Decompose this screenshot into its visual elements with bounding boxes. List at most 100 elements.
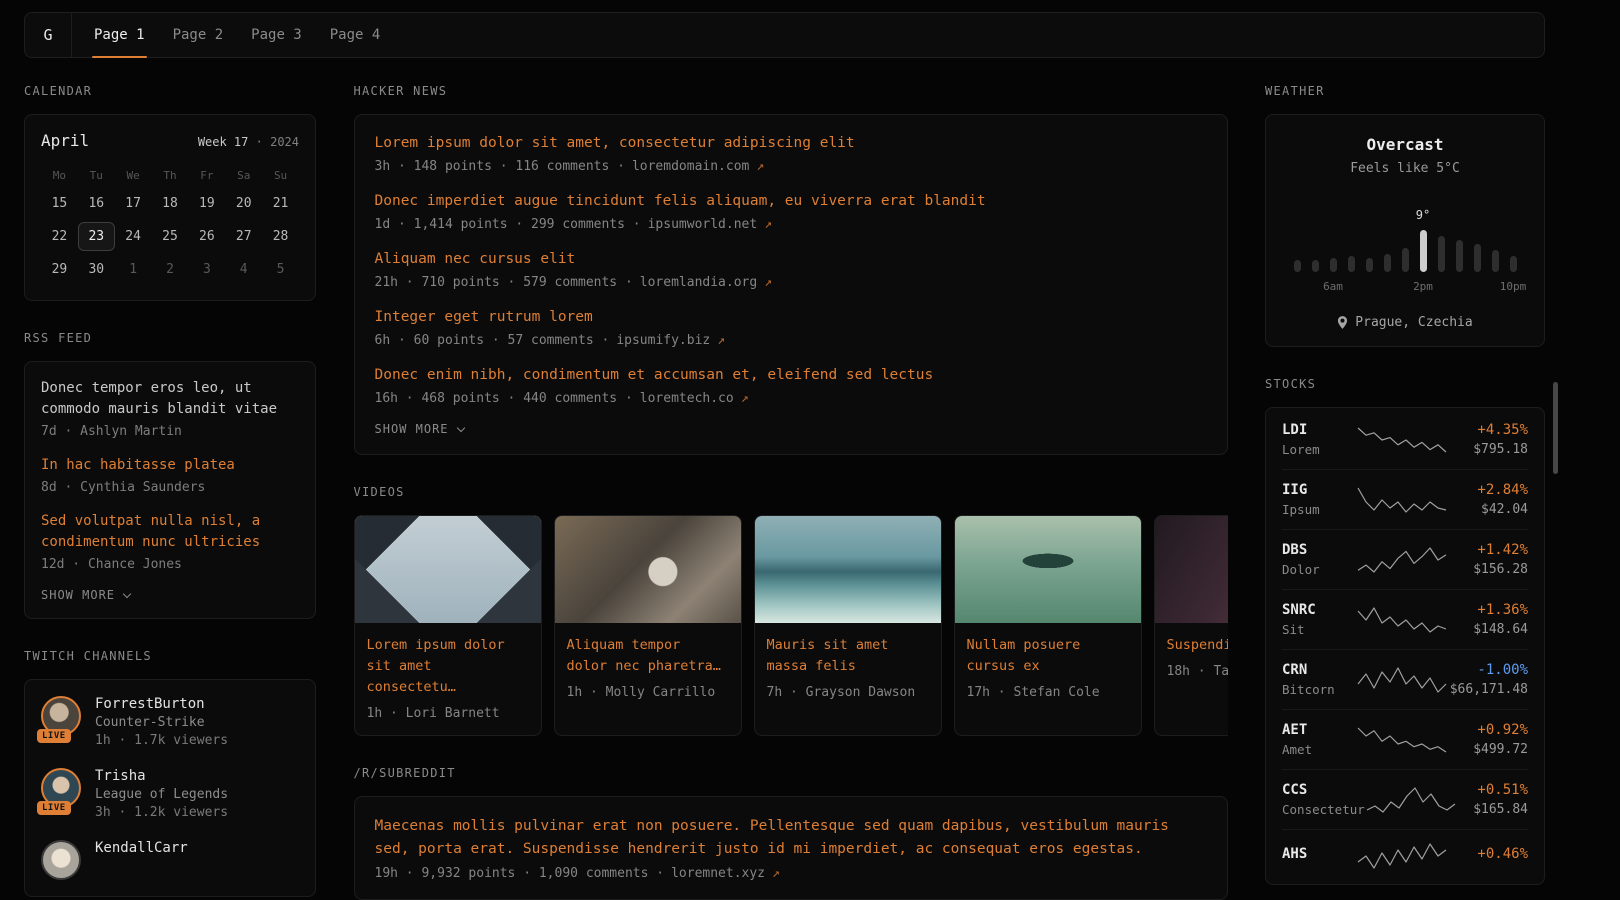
video-card[interactable]: Nullam posuere cursus ex 17h · Stefan Co… (954, 515, 1142, 736)
calendar-day[interactable]: 15 (41, 189, 78, 218)
twitch-avatar-wrap: LIVE (41, 768, 81, 808)
app-logo[interactable]: G (25, 13, 72, 57)
calendar-day[interactable]: 4 (225, 255, 262, 284)
rss-item-title[interactable]: Sed volutpat nulla nisl, a condimentum n… (41, 511, 299, 553)
page-tab[interactable]: Page 3 (237, 13, 316, 57)
hackernews-item-domain[interactable]: ipsumify.biz (616, 333, 710, 348)
calendar-day[interactable]: 30 (78, 255, 115, 284)
calendar-day[interactable]: 26 (188, 222, 225, 251)
video-card[interactable]: Mauris sit amet massa felis 7h · Grayson… (754, 515, 942, 736)
stock-change: +2.84% (1448, 482, 1528, 498)
twitch-channel-name[interactable]: ForrestBurton (95, 696, 228, 712)
calendar-day[interactable]: 28 (262, 222, 299, 251)
stock-symbol: DBS (1282, 542, 1356, 558)
stock-change: +0.51% (1457, 782, 1528, 798)
calendar-day[interactable]: 3 (188, 255, 225, 284)
stock-row[interactable]: DBS Dolor +1.42% $156.28 (1282, 529, 1528, 589)
video-title[interactable]: Suspendisse diam (1167, 635, 1228, 656)
rss-show-more-button[interactable]: SHOW MORE (41, 588, 299, 602)
hackernews-item-title[interactable]: Aliquam nec cursus elit (375, 249, 1207, 270)
video-title[interactable]: Aliquam tempor dolor nec pharetra… (567, 635, 729, 677)
weather-time-label: 10pm (1510, 280, 1517, 293)
rss-widget-title: RSS FEED (24, 331, 316, 345)
calendar-day-header: Fr (188, 162, 225, 189)
calendar-day[interactable]: 23 (78, 222, 115, 251)
twitch-channel-game: Counter-Strike (95, 715, 228, 730)
weather-bar (1402, 200, 1409, 272)
weather-time-label (1366, 280, 1373, 293)
stock-change: -1.00% (1448, 662, 1528, 678)
subreddit-post-title[interactable]: Maecenas mollis pulvinar erat non posuer… (375, 815, 1207, 861)
weather-location-row: Prague, Czechia (1282, 315, 1528, 330)
calendar-day[interactable]: 2 (152, 255, 189, 284)
hackernews-item-domain[interactable]: loremdomain.com (632, 159, 749, 174)
hackernews-item-domain[interactable]: loremlandia.org (640, 275, 757, 290)
stock-spark (1356, 842, 1448, 870)
page-tab[interactable]: Page 4 (316, 13, 395, 57)
rss-item: Donec tempor eros leo, ut commodo mauris… (41, 378, 299, 439)
video-title[interactable]: Nullam posuere cursus ex (967, 635, 1129, 677)
stock-symbol: AHS (1282, 846, 1356, 862)
external-link-icon: ↗ (772, 866, 780, 881)
video-title[interactable]: Lorem ipsum dolor sit amet consectetu… (367, 635, 529, 698)
stock-row[interactable]: AHS +0.46% (1282, 829, 1528, 882)
calendar-day[interactable]: 1 (115, 255, 152, 284)
live-badge: LIVE (37, 801, 71, 815)
hackernews-item-title[interactable]: Integer eget rutrum lorem (375, 307, 1207, 328)
video-card[interactable]: Suspendisse diam 18h · Tara (1154, 515, 1228, 736)
video-title[interactable]: Mauris sit amet massa felis (767, 635, 929, 677)
calendar-day[interactable]: 18 (152, 189, 189, 218)
calendar-day[interactable]: 24 (115, 222, 152, 251)
twitch-channel-name[interactable]: KendallCarr (95, 840, 188, 856)
calendar-day-header: Mo (41, 162, 78, 189)
hackernews-item-title[interactable]: Donec imperdiet augue tincidunt felis al… (375, 191, 1207, 212)
video-card[interactable]: Aliquam tempor dolor nec pharetra… 1h · … (554, 515, 742, 736)
calendar-day[interactable]: 17 (115, 189, 152, 218)
hackernews-item-title[interactable]: Donec enim nibh, condimentum et accumsan… (375, 365, 1207, 386)
hackernews-item-domain[interactable]: ipsumworld.net (648, 217, 758, 232)
weather-chart: 9° (1282, 200, 1528, 272)
stock-row[interactable]: LDI Lorem +4.35% $795.18 (1282, 410, 1528, 469)
stocks-widget-title: STOCKS (1265, 377, 1545, 391)
calendar-day[interactable]: 5 (262, 255, 299, 284)
video-thumbnail (755, 516, 941, 623)
page-scrollbar[interactable] (1553, 382, 1558, 474)
hackernews-item: Aliquam nec cursus elit 21h · 710 points… (375, 249, 1207, 290)
calendar-day[interactable]: 16 (78, 189, 115, 218)
video-meta: 18h · Tara (1167, 664, 1228, 679)
rss-item-title[interactable]: Donec tempor eros leo, ut commodo mauris… (41, 378, 299, 420)
twitch-channel-row[interactable]: LIVE Trisha League of Legends 3h · 1.2k … (41, 768, 299, 820)
stock-row[interactable]: IIG Ipsum +2.84% $42.04 (1282, 469, 1528, 529)
stock-row[interactable]: CCS Consectetur +0.51% $165.84 (1282, 769, 1528, 829)
subreddit-post-domain[interactable]: loremnet.xyz (671, 866, 765, 881)
stock-row[interactable]: AET Amet +0.92% $499.72 (1282, 709, 1528, 769)
stock-sparkline (1356, 426, 1448, 454)
calendar-day[interactable]: 22 (41, 222, 78, 251)
twitch-channel-row[interactable]: LIVE ForrestBurton Counter-Strike 1h · 1… (41, 696, 299, 748)
calendar-day[interactable]: 21 (262, 189, 299, 218)
hackernews-show-more-button[interactable]: SHOW MORE (375, 422, 1207, 436)
twitch-channel-row[interactable]: LIVE KendallCarr (41, 840, 299, 880)
hackernews-item-title[interactable]: Lorem ipsum dolor sit amet, consectetur … (375, 133, 1207, 154)
page-tabs: Page 1 Page 2 Page 3 Page 4 (80, 13, 394, 57)
calendar-day[interactable]: 25 (152, 222, 189, 251)
calendar-panel: April Week 17 · 2024 MoTuWeThFrSaSu 1516… (24, 114, 316, 301)
video-card[interactable]: Lorem ipsum dolor sit amet consectetu… 1… (354, 515, 542, 736)
page-tab[interactable]: Page 2 (159, 13, 238, 57)
calendar-day[interactable]: 29 (41, 255, 78, 284)
stock-row[interactable]: CRN Bitcorn -1.00% $66,171.48 (1282, 649, 1528, 709)
video-meta: 7h · Grayson Dawson (767, 685, 929, 700)
hackernews-item: Donec imperdiet augue tincidunt felis al… (375, 191, 1207, 232)
calendar-day[interactable]: 19 (188, 189, 225, 218)
stock-row[interactable]: SNRC Sit +1.36% $148.64 (1282, 589, 1528, 649)
hackernews-item-domain[interactable]: loremtech.co (640, 391, 734, 406)
video-row: Lorem ipsum dolor sit amet consectetu… 1… (354, 515, 1228, 736)
calendar-day[interactable]: 27 (225, 222, 262, 251)
rss-item-title[interactable]: In hac habitasse platea (41, 455, 299, 476)
calendar-day-header: Tu (78, 162, 115, 189)
page-tab[interactable]: Page 1 (80, 13, 159, 57)
weather-time-label: 2pm (1420, 280, 1427, 293)
calendar-day[interactable]: 20 (225, 189, 262, 218)
calendar-day-headers: MoTuWeThFrSaSu (41, 162, 299, 189)
twitch-channel-name[interactable]: Trisha (95, 768, 228, 784)
